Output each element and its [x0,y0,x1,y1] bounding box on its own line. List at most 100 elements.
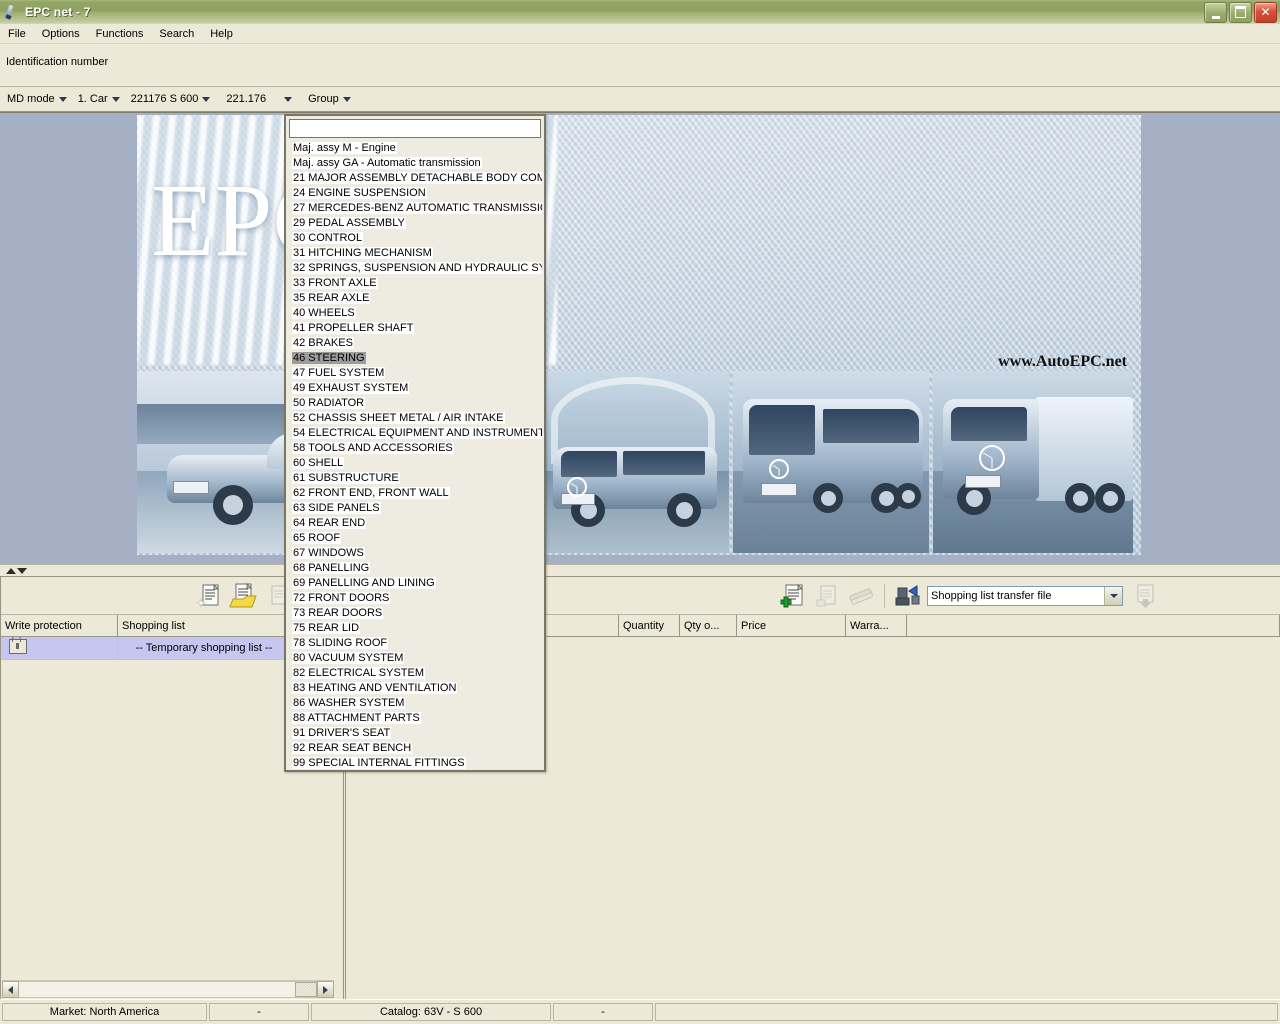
group-list-item[interactable]: Maj. assy GA - Automatic transmission [288,156,542,171]
group-list-item[interactable]: 42 BRAKES [288,336,542,351]
toolbar-separator [884,583,885,608]
group-list-item-label: 64 REAR END [292,517,367,529]
main-image-panel: net EPC net www.AutoEPC.net [0,112,1280,564]
menu-help[interactable]: Help [202,27,241,41]
group-list-item[interactable]: 64 REAR END [288,516,542,531]
group-list-item[interactable]: 54 ELECTRICAL EQUIPMENT AND INSTRUMENTS [288,426,542,441]
chevron-down-icon[interactable] [202,96,211,102]
mode-bar: MD mode 1. Car 221176 S 600 221.176 Grou… [0,87,1280,112]
group-list-item[interactable]: 69 PANELLING AND LINING [288,576,542,591]
scroll-thumb[interactable] [295,982,317,997]
group-list-item[interactable]: 99 SPECIAL INTERNAL FITTINGS [288,756,542,770]
group-list-item-label: 58 TOOLS AND ACCESSORIES [292,442,454,454]
group-list-item[interactable]: 41 PROPELLER SHAFT [288,321,542,336]
copy-part-icon[interactable] [810,579,844,612]
shopping-lists-hscrollbar[interactable] [2,980,334,998]
menu-file[interactable]: File [0,27,34,41]
group-list-item[interactable]: 61 SUBSTRUCTURE [288,471,542,486]
group-list-item-label: 91 DRIVER'S SEAT [292,727,392,739]
group-list-item[interactable]: 73 REAR DOORS [288,606,542,621]
group-list-item[interactable]: 24 ENGINE SUSPENSION [288,186,542,201]
group-list-item[interactable]: 68 PANELLING [288,561,542,576]
group-list-item[interactable]: 52 CHASSIS SHEET METAL / AIR INTAKE [288,411,542,426]
group-list-item[interactable]: 83 HEATING AND VENTILATION [288,681,542,696]
scroll-right-button[interactable] [317,981,334,998]
group-list-item[interactable]: 75 REAR LID [288,621,542,636]
chevron-down-icon[interactable] [1104,586,1122,605]
group-list-item[interactable]: 62 FRONT END, FRONT WALL [288,486,542,501]
group-list-item-label: 86 WASHER SYSTEM [292,697,406,709]
scroll-left-button[interactable] [2,981,19,998]
group-dropdown[interactable]: Maj. assy M - Engine Maj. assy GA - Autom… [284,114,546,772]
group-list-item[interactable]: 35 REAR AXLE [288,291,542,306]
group-list-item-label: 83 HEATING AND VENTILATION [292,682,458,694]
group-list-item[interactable]: Maj. assy M - Engine [288,141,542,156]
new-list-icon[interactable] [193,579,227,612]
group-list-item[interactable]: 29 PEDAL ASSEMBLY [288,216,542,231]
group-list-item[interactable]: 92 REAR SEAT BENCH [288,741,542,756]
group-list-item-label: 27 MERCEDES-BENZ AUTOMATIC TRANSMISSION [292,202,542,214]
restore-button[interactable] [1229,1,1252,23]
group-list-item[interactable]: 78 SLIDING ROOF [288,636,542,651]
window-title: EPC net - 7 [25,5,91,19]
scroll-track[interactable] [19,981,317,998]
close-button[interactable] [1254,1,1277,23]
menu-functions[interactable]: Functions [88,27,152,41]
chevron-down-icon[interactable] [111,96,120,102]
chevron-down-icon[interactable] [58,96,67,102]
col-quantity[interactable]: Quantity [618,615,680,637]
menu-search[interactable]: Search [151,27,202,41]
group-list-item[interactable]: 31 HITCHING MECHANISM [288,246,542,261]
group-list-item-label: 46 STEERING [292,352,366,364]
menu-options[interactable]: Options [34,27,88,41]
group-list-item[interactable]: 80 VACUUM SYSTEM [288,651,542,666]
chevron-down-icon[interactable] [284,96,293,102]
group-list-item[interactable]: 88 ATTACHMENT PARTS [288,711,542,726]
group-list-item[interactable]: 32 SPRINGS, SUSPENSION AND HYDRAULIC SYS… [288,261,542,276]
group-list-item[interactable]: 50 RADIATOR [288,396,542,411]
window-controls [1204,1,1277,23]
group-list-item[interactable]: 46 STEERING [288,351,542,366]
group-list-item[interactable]: 47 FUEL SYSTEM [288,366,542,381]
expand-down-icon[interactable] [17,568,27,574]
group-list-item[interactable]: 65 ROOF [288,531,542,546]
transfer-icon[interactable] [891,579,925,612]
splitter-arrows[interactable] [6,568,27,574]
open-list-icon[interactable] [227,579,261,612]
mode-vehicle-type[interactable]: 1. Car [78,93,120,105]
mode-model[interactable]: 221176 S 600 [131,93,211,105]
group-list-item[interactable]: 21 MAJOR ASSEMBLY DETACHABLE BODY COMP. [288,171,542,186]
export-icon[interactable] [1129,579,1163,612]
group-list-item[interactable]: 72 FRONT DOORS [288,591,542,606]
group-list-item[interactable]: 63 SIDE PANELS [288,501,542,516]
group-list-item[interactable]: 91 DRIVER'S SEAT [288,726,542,741]
group-search-input[interactable] [289,119,541,138]
col-warranty[interactable]: Warra... [845,615,907,637]
chevron-down-icon[interactable] [342,96,351,102]
group-list-item[interactable]: 60 SHELL [288,456,542,471]
group-list[interactable]: Maj. assy M - Engine Maj. assy GA - Autom… [288,141,542,770]
group-list-item[interactable]: 30 CONTROL [288,231,542,246]
group-list-item[interactable]: 82 ELECTRICAL SYSTEM [288,666,542,681]
group-list-item[interactable]: 27 MERCEDES-BENZ AUTOMATIC TRANSMISSION [288,201,542,216]
minimize-button[interactable] [1204,1,1227,23]
collapse-up-icon[interactable] [6,568,16,574]
mode-group[interactable]: Group [308,93,351,105]
col-shopping-list[interactable]: Shopping list [117,615,291,637]
col-price[interactable]: Price [736,615,846,637]
group-list-item[interactable]: 58 TOOLS AND ACCESSORIES [288,441,542,456]
col-write-protection[interactable]: Write protection [1,615,118,637]
col-qty-ordered[interactable]: Qty o... [679,615,737,637]
bottom-area: Write protection Shopping list Dat -- Te… [0,576,1280,1000]
transfer-file-select[interactable]: Shopping list transfer file [927,585,1123,606]
group-list-item-label: 80 VACUUM SYSTEM [292,652,405,664]
mode-md-mode[interactable]: MD mode [7,93,67,105]
group-list-item[interactable]: 86 WASHER SYSTEM [288,696,542,711]
mode-model-code[interactable]: 221.176 [226,93,293,105]
group-list-item[interactable]: 49 EXHAUST SYSTEM [288,381,542,396]
group-list-item[interactable]: 40 WHEELS [288,306,542,321]
add-part-icon[interactable] [776,579,810,612]
group-list-item[interactable]: 67 WINDOWS [288,546,542,561]
erase-part-icon[interactable] [844,579,878,612]
group-list-item[interactable]: 33 FRONT AXLE [288,276,542,291]
